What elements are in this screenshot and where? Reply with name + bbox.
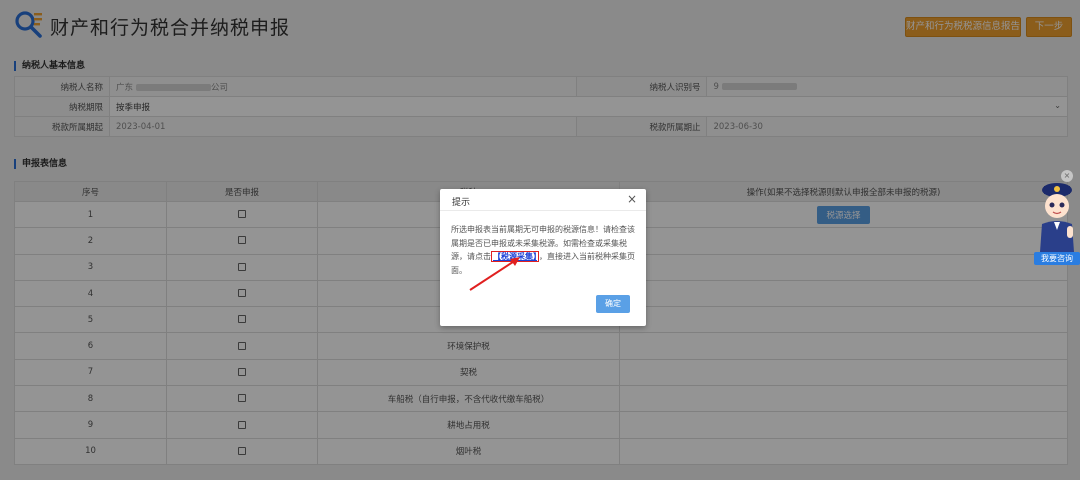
dialog-title: 提示 [452,198,471,208]
close-icon[interactable]: × [627,192,637,206]
consult-button[interactable]: 我要咨询 [1034,252,1080,265]
red-arrow-icon [469,257,520,291]
confirm-button[interactable]: 确定 [596,295,630,313]
page-root: 财产和行为税合并纳税申报 财产和行为税税源信息报告 下一步 纳税人基本信息 纳税… [0,0,1080,480]
assistant-close-icon[interactable]: × [1061,170,1073,182]
dialog-header: 提示 × [440,189,646,211]
